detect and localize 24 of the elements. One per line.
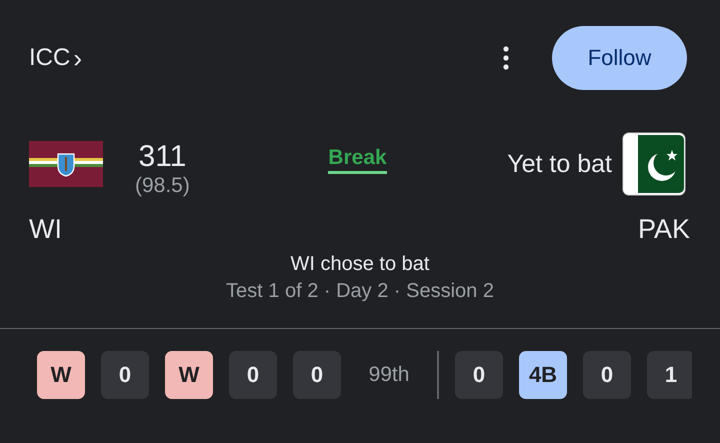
ball-chip: 0 xyxy=(583,351,631,399)
ball-chip: 4B xyxy=(519,351,567,399)
match-status: Break xyxy=(328,146,387,174)
ball-chip: 0 xyxy=(229,351,277,399)
team-name: WI xyxy=(29,214,62,245)
more-icon[interactable] xyxy=(502,45,510,71)
ball-chip: W xyxy=(37,351,85,399)
over-label: 99th xyxy=(368,363,410,387)
toss-summary: WI chose to bat xyxy=(290,253,430,276)
chevron-icon: › xyxy=(73,42,82,74)
ball-chip: 1 xyxy=(647,351,692,399)
ball-chip: 0 xyxy=(101,351,149,399)
ball-chip: 0 xyxy=(293,351,341,399)
competition-link[interactable]: ICC xyxy=(29,44,70,72)
match-details: Test 1 of 2 · Day 2 · Session 2 xyxy=(225,280,495,303)
flag-icon xyxy=(29,141,103,187)
team-name: PAK xyxy=(638,214,690,245)
ball-chip: W xyxy=(165,351,213,399)
follow-button[interactable]: Follow xyxy=(552,26,687,90)
flag-icon xyxy=(622,132,686,196)
overs-text: (98.5) xyxy=(135,174,190,198)
team-status: Yet to bat xyxy=(507,150,612,178)
ball-chip: 0 xyxy=(455,351,503,399)
team-score: 311 xyxy=(138,140,186,174)
